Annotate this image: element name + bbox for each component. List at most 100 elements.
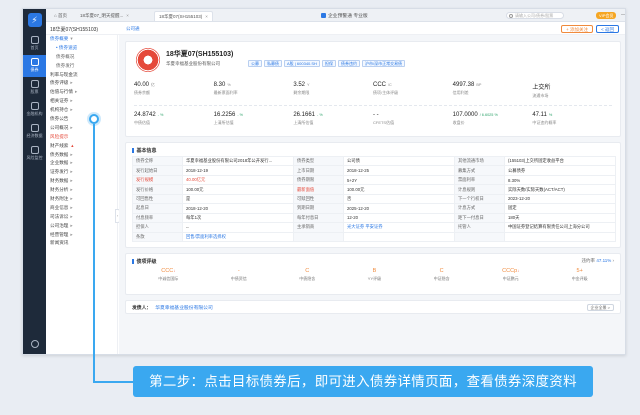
rating-item[interactable]: C 中证隐含 <box>434 268 450 282</box>
nav-item[interactable]: 债券发行 <box>46 62 117 71</box>
nav-item[interactable]: 债务数据 ▸ <box>46 151 117 160</box>
bond-tag[interactable]: 公募 <box>248 60 262 67</box>
nav-item[interactable]: 证券发行 ▸ <box>46 168 117 177</box>
bond-tag[interactable]: A股 | 600340.SH <box>284 60 320 67</box>
nav-item[interactable]: 经营管理 ▸ <box>46 231 117 240</box>
back-button[interactable]: < 返回 <box>596 25 619 33</box>
tab-home[interactable]: ⌂ 首页 <box>50 11 71 21</box>
nav-item[interactable]: 债券概况 <box>46 53 117 62</box>
field-label: 下一个行权日 <box>454 193 505 205</box>
nav-item[interactable]: • 债券速览 <box>46 44 117 53</box>
company-link[interactable]: 公司通 <box>126 26 140 32</box>
nav-item[interactable]: 相关证券 ▸ <box>46 97 117 106</box>
close-icon[interactable]: × <box>205 14 208 19</box>
field-value[interactable]: 光大证券 平安证券 <box>343 222 455 233</box>
field-label: 最新面值 <box>293 184 344 195</box>
chevron-icon: ▾ <box>70 36 73 41</box>
field-label: 距下一付息日 <box>454 212 505 224</box>
bond-section-nav: 债券概要 ▾ • 债券速览 债券概况 债券发行 利率与现金流 债券评级 ▸ 估值与行情 ▸ 相关证券… <box>46 35 118 354</box>
field-label: 发行规模 <box>132 174 183 186</box>
field-label: 可回售性 <box>132 193 183 205</box>
app-nav-item[interactable]: 经济数据 <box>23 121 46 143</box>
app-title: 企业预警通 专业版 <box>321 12 368 19</box>
field-value: 公司债 <box>343 155 455 167</box>
default-rate-link[interactable]: 违约率 47.11% › <box>582 258 614 264</box>
chevron-icon: ▸ <box>70 178 73 184</box>
nav-item[interactable]: 企业数据 ▸ <box>46 159 117 168</box>
bond-tag[interactable]: 债券违约 <box>337 60 360 67</box>
rating-item[interactable]: 5+ 中金评级 <box>572 268 588 282</box>
field-label <box>293 231 344 242</box>
field-value: 固定 <box>504 203 616 214</box>
risk-icon <box>30 146 39 154</box>
minimize-icon[interactable]: — <box>621 12 625 18</box>
vip-badge[interactable]: VIP会员 <box>596 12 617 19</box>
nav-item[interactable]: 估值与行情 ▸ <box>46 88 117 97</box>
issuer-name[interactable]: 华夏幸福基业股份有限公司 <box>166 61 220 67</box>
chevron-icon: ▸ <box>70 107 73 113</box>
nav-item[interactable]: 债券评级 ▸ <box>46 79 117 88</box>
nav-item[interactable]: 债券公告 <box>46 115 117 124</box>
nav-item[interactable]: 机构持仓 ▸ <box>46 106 117 115</box>
app-window: ⚡ 首页 债券 股票 金融机构 经济数据 风险监控 ⌂ 首页 18华夏07_明天提醒...… <box>22 8 626 355</box>
app-sidebar: ⚡ 首页 债券 股票 金融机构 经济数据 风险监控 <box>23 9 46 354</box>
nav-item[interactable]: 商业信息 ▸ <box>46 204 117 213</box>
cloud-icon[interactable] <box>23 340 46 348</box>
app-nav-item[interactable]: 首页 <box>23 33 46 55</box>
rating-item[interactable]: CCCp↓ 中证鹏元 <box>502 268 519 282</box>
nav-item[interactable]: 公司治理 ▸ <box>46 222 117 231</box>
callout-line <box>93 124 95 382</box>
global-search-input[interactable]: 请输入公司/债券/股票 <box>506 12 564 19</box>
field-value[interactable]: 回售/票面利率选择权 <box>182 231 294 242</box>
field-value <box>504 231 616 242</box>
rating-item[interactable]: CCC↓ 中诚信国际 <box>158 268 178 282</box>
nav-item[interactable]: 财产线索 ▲ <box>46 142 117 151</box>
app-nav-item[interactable]: 风险监控 <box>23 143 46 165</box>
highlight-marker <box>89 114 99 124</box>
field-label: 票面利率 <box>454 174 505 186</box>
tab-bond-detail[interactable]: 18华夏07(SH155103) × <box>154 11 213 21</box>
metric: - - CFETS估值 <box>372 112 395 125</box>
nav-item[interactable]: 财务分析 ▸ <box>46 186 117 195</box>
issuer-link[interactable]: 华夏幸福基业股份有限公司 <box>155 306 213 311</box>
rating-item[interactable]: C 中债隐含 <box>299 268 315 282</box>
nav-item[interactable]: 财务附注 ▸ <box>46 195 117 204</box>
metric: 24.8742- % 中债估值 <box>134 112 164 125</box>
field-label: 上市日期 <box>293 165 344 176</box>
field-value: 2018-12-19 <box>182 165 294 176</box>
table-row: 付息频率 每年1次 每年付息日 12-20 距下一付息日 180天 <box>132 212 616 224</box>
field-label: 每年付息日 <box>293 212 344 224</box>
chevron-icon: ▸ <box>70 98 73 104</box>
bond-tag[interactable]: 沪市/深市正常交易债 <box>361 60 406 67</box>
bond-tag[interactable]: 担保 <box>321 60 336 67</box>
chevron-icon: ▸ <box>70 222 73 228</box>
tab-search-results[interactable]: 18华夏07_明天提醒... × <box>76 11 133 21</box>
tab-bar: ⌂ 首页 18华夏07_明天提醒... × 18华夏07(SH155103) × 企… <box>46 9 625 22</box>
chevron-icon: ▸ <box>70 196 73 202</box>
field-label: 起息日 <box>132 203 183 214</box>
field-value: -- <box>182 222 294 233</box>
company-panorama-button[interactable]: 企业全景 > <box>586 304 614 311</box>
app-nav-item[interactable]: 股票 <box>23 77 46 99</box>
rating-item[interactable]: - 中债资信 <box>231 268 247 282</box>
nav-item[interactable]: 司法诉讼 ▸ <box>46 213 117 222</box>
nav-item[interactable]: 财务数据 ▸ <box>46 177 117 186</box>
field-value: 100.00元 <box>182 184 294 195</box>
app-nav-item[interactable]: 金融机构 <box>23 99 46 121</box>
field-value <box>343 231 455 242</box>
rating-item[interactable]: B YY评级 <box>368 268 381 282</box>
nav-item[interactable]: 利率与现金流 <box>46 71 117 80</box>
issuer-logo <box>136 48 160 72</box>
app-nav-item[interactable]: 债券 <box>23 55 46 77</box>
main-content: 18华夏07(SH155103) 华夏幸福基业股份有限公司 公募 私募债 A股 | … <box>119 35 625 354</box>
chevron-icon: ▸ <box>70 169 73 175</box>
bond-tags: 公募 私募债 A股 | 600340.SH 担保 债券违约 沪市/深市正常交易债 <box>248 60 406 67</box>
add-watch-button[interactable]: + 添加关注 <box>561 25 593 33</box>
nav-item[interactable]: 新闻资讯 <box>46 239 117 248</box>
nav-item[interactable]: 风险提示 <box>46 133 117 142</box>
bond-tag[interactable]: 私募债 <box>264 60 282 67</box>
nav-item[interactable]: 公司概况 ▸ <box>46 124 117 133</box>
stock-icon <box>30 80 39 88</box>
nav-item[interactable]: 债券概要 ▾ <box>46 35 117 44</box>
close-icon[interactable]: × <box>126 13 129 18</box>
